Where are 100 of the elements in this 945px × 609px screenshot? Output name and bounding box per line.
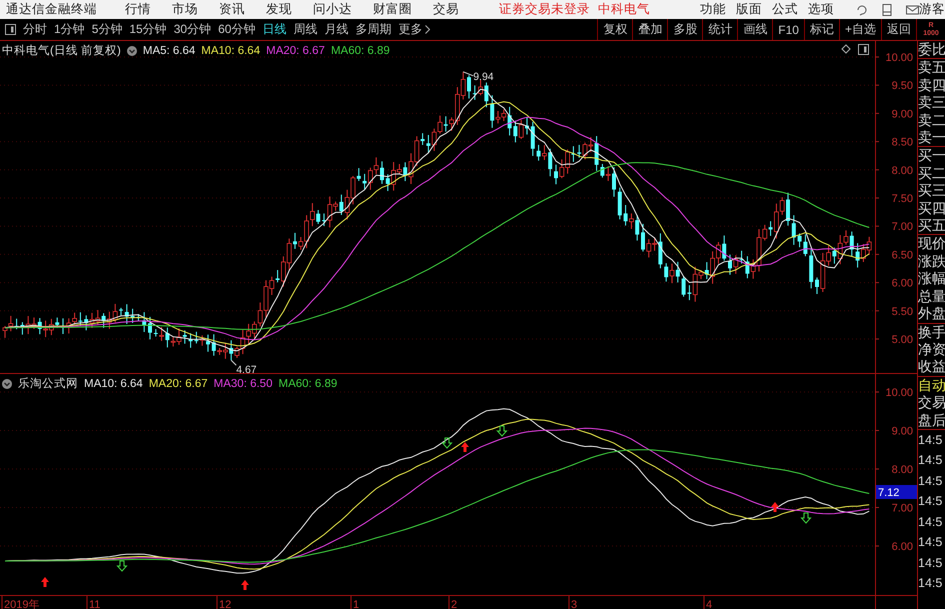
legend-value: MA60: 6.89: [278, 378, 338, 390]
legend-value: MA10: 6.64: [84, 378, 143, 390]
trade-time: 14:5: [918, 575, 944, 592]
legend-value: MA30: 6.50: [214, 378, 272, 390]
stock-name: 中科电气: [598, 1, 650, 18]
legend-value: MA20: 6.67: [148, 378, 208, 390]
diamond-icon[interactable]: [841, 44, 851, 54]
date-label: 12: [219, 599, 232, 609]
quote-field-label: 涨幅: [918, 270, 945, 288]
app-title: 通达信金融终端: [6, 1, 97, 18]
legend-value: MA20: 6.67: [266, 44, 325, 56]
trade-mode-tab[interactable]: 交易: [918, 394, 945, 412]
menu-item[interactable]: 选项: [808, 1, 834, 18]
legend-value: MA60: 6.89: [330, 44, 390, 56]
axis-label: 7.50: [892, 193, 913, 205]
legend-value: MA5: 6.64: [142, 44, 196, 56]
date-label: 11: [89, 599, 100, 609]
period-tab[interactable]: 多周期: [355, 21, 392, 38]
leader-line: [462, 71, 474, 76]
toolbar-button[interactable]: +自选: [838, 19, 881, 40]
period-tab[interactable]: 60分钟: [218, 21, 256, 38]
axis-label: 9.00: [892, 426, 913, 438]
candlestick: [148, 316, 152, 340]
axis-label: 6.00: [892, 278, 913, 290]
trade-time: 14:5: [918, 432, 944, 449]
period-tab[interactable]: 30分钟: [174, 21, 212, 38]
menu-item[interactable]: 资讯: [219, 1, 245, 18]
legend-value: MA10: 6.64: [201, 44, 260, 56]
menu-item[interactable]: 行情: [125, 1, 151, 18]
chat-bubble-icon[interactable]: [856, 4, 868, 16]
axis-label: 8.00: [892, 464, 913, 476]
toolbar-button[interactable]: 画线: [737, 19, 772, 40]
axis-label: 8.00: [892, 164, 913, 177]
up-arrow-icon: [241, 580, 249, 590]
quote-field-label: 卖四: [918, 76, 945, 94]
period-tab[interactable]: 月线: [324, 21, 348, 38]
more-button[interactable]: 更多: [398, 21, 430, 38]
up-arrow-icon: [771, 502, 779, 512]
candlestick: [124, 304, 129, 324]
trade-mode-tab[interactable]: 自动: [918, 376, 945, 394]
panel-toggle-icon[interactable]: [5, 24, 16, 35]
date-label: 3: [571, 599, 578, 609]
quote-field-label: 卖二: [918, 112, 945, 130]
user-name[interactable]: 游客: [919, 1, 945, 18]
down-arrow-icon: [496, 426, 508, 437]
toolbar-button[interactable]: 统计: [702, 19, 738, 40]
menu-item[interactable]: 财富圈: [373, 1, 412, 18]
toolbar-button[interactable]: 叠加: [632, 19, 668, 40]
toolbar-button[interactable]: F10: [772, 19, 804, 40]
quote-field-label: 净资: [918, 340, 945, 358]
trade-time: 14:5: [918, 472, 944, 490]
dropdown-icon[interactable]: [2, 378, 12, 388]
chart-title: 中科电气(日线 前复权): [2, 44, 121, 58]
candlestick: [792, 214, 796, 246]
axis-label: 9.50: [892, 80, 913, 92]
axis-label: 5.50: [892, 306, 913, 318]
quote-field-label: 买一: [918, 147, 945, 165]
period-tab[interactable]: 15分钟: [129, 21, 167, 38]
axis-label: 10.00: [885, 52, 913, 64]
period-tab[interactable]: 1分钟: [54, 21, 85, 38]
date-label: 1: [353, 599, 360, 609]
date-label: 4: [706, 599, 712, 609]
toolbar-button[interactable]: 返回: [881, 19, 916, 40]
chart-title: 乐淘公式网: [18, 376, 78, 391]
axis-label: 10.00: [885, 387, 913, 399]
candlestick: [530, 121, 535, 156]
menu-item[interactable]: 问小达: [313, 1, 352, 18]
current-value-label: 7.12: [876, 485, 917, 499]
menu-item[interactable]: 市场: [172, 1, 198, 18]
quote-field-label: 买二: [918, 164, 945, 182]
menu-item[interactable]: 公式: [772, 1, 798, 18]
axis-label: 8.50: [892, 136, 913, 149]
quote-field-label: 买三: [918, 182, 945, 200]
period-tab[interactable]: 分时: [23, 21, 47, 38]
menu-item[interactable]: 功能: [700, 1, 726, 18]
dropdown-icon[interactable]: [126, 46, 137, 56]
menu-item[interactable]: 版面: [736, 1, 762, 18]
period-tab[interactable]: 日线: [262, 21, 286, 38]
login-status[interactable]: 证券交易未登录: [499, 1, 590, 18]
trade-time: 14:5: [918, 452, 944, 470]
period-tab[interactable]: 周线: [293, 21, 318, 38]
trade-time: 14:5: [918, 534, 944, 552]
high-price-label: 9.94: [473, 70, 494, 83]
trade-time: 14:5: [918, 554, 944, 572]
mail-icon[interactable]: [906, 4, 919, 15]
phone-icon[interactable]: [882, 4, 892, 16]
quote-field-label: 买四: [918, 200, 945, 218]
period-tab[interactable]: 5分钟: [92, 21, 122, 38]
toolbar-button[interactable]: 标记: [804, 19, 839, 40]
trade-time: 14:5: [918, 493, 944, 510]
menu-item[interactable]: 发现: [266, 1, 292, 18]
down-arrow-icon: [441, 438, 453, 449]
panel-toggle-icon[interactable]: [858, 44, 869, 55]
axis-label: 6.00: [892, 541, 913, 553]
toolbar-button[interactable]: 复权: [597, 19, 632, 40]
menu-item[interactable]: 交易: [433, 1, 459, 18]
up-arrow-icon: [461, 442, 469, 452]
toolbar-button[interactable]: 多股: [667, 19, 702, 40]
up-arrow-icon: [41, 577, 49, 587]
candlestick: [618, 187, 622, 220]
